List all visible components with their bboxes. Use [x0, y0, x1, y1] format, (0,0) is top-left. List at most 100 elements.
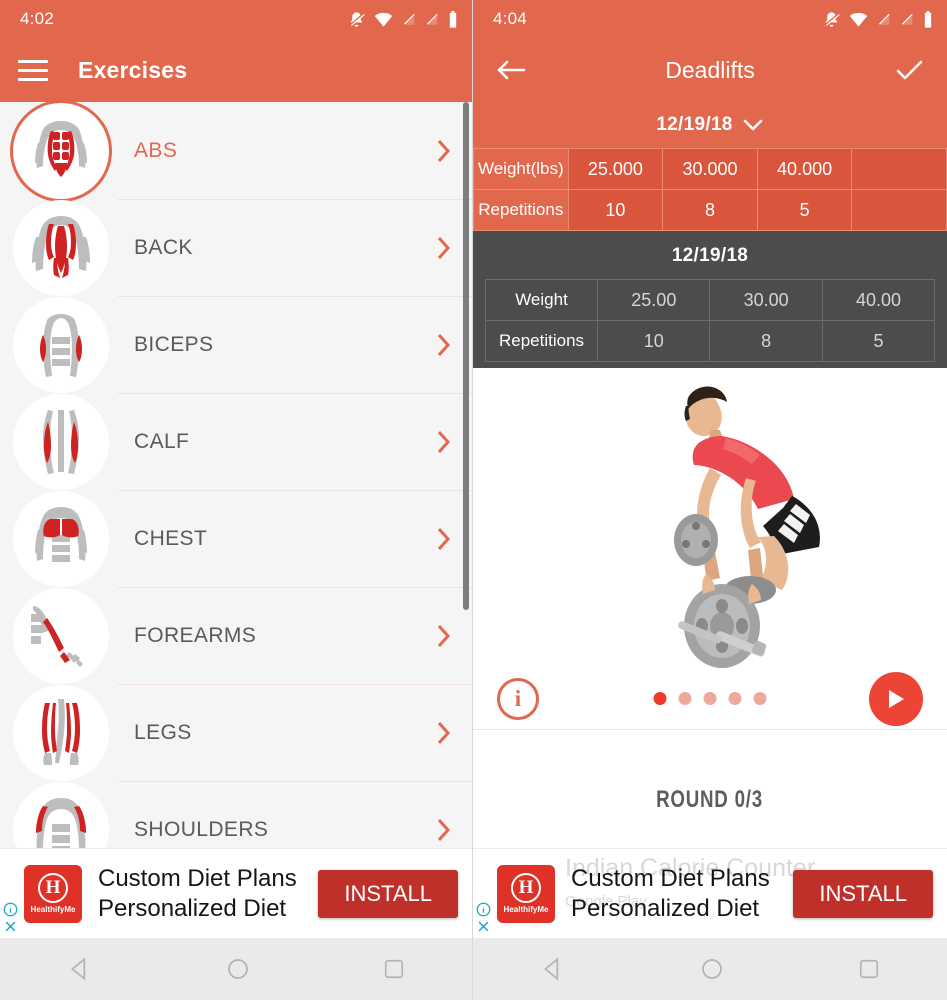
nav-recents-icon[interactable] [383, 958, 405, 980]
back-button[interactable] [491, 50, 531, 90]
ad-badges[interactable] [476, 902, 491, 934]
carousel-dot[interactable] [653, 692, 667, 705]
ad-banner-left[interactable]: H HealthifyMe Custom Diet Plans Personal… [0, 848, 472, 938]
ad-badges[interactable] [3, 902, 18, 934]
table-row-weight[interactable]: Weight(lbs) 25.000 30.000 40.000 [473, 148, 947, 190]
carousel-dot[interactable] [678, 692, 692, 705]
deadlift-photo [674, 386, 820, 668]
row-label: Repetitions [473, 189, 569, 231]
hist-weight-1: 25.00 [597, 279, 711, 321]
reps-cell-4[interactable] [851, 189, 947, 231]
nav-home-icon[interactable] [700, 957, 724, 981]
install-button[interactable]: INSTALL [318, 869, 458, 918]
back-muscle-icon [13, 199, 109, 296]
signal-off-icon [426, 13, 438, 25]
hist-weight-2: 30.00 [709, 279, 823, 321]
nav-back-icon[interactable] [540, 956, 566, 982]
selected-date: 12/19/18 [656, 114, 733, 135]
ad-line-2: Personalized Diet [571, 894, 760, 922]
exercise-title: Deadlifts [665, 56, 755, 83]
advertiser-logo: H HealthifyMe [24, 864, 82, 923]
list-item-label: SHOULDERS [134, 817, 269, 841]
weight-cell-4[interactable] [851, 148, 947, 190]
info-icon[interactable] [3, 902, 18, 917]
carousel-dots[interactable] [653, 692, 767, 705]
biceps-muscle-icon [13, 296, 109, 393]
list-item-label: BICEPS [134, 332, 214, 356]
reps-cell-3[interactable]: 5 [756, 189, 853, 231]
list-item-legs[interactable]: LEGS [0, 684, 472, 781]
status-bar-left: 4:02 [0, 0, 472, 38]
advertiser-logo: H HealthifyMe [497, 864, 555, 923]
chevron-right-icon [437, 333, 451, 356]
nav-home-icon[interactable] [226, 957, 250, 981]
list-item-back[interactable]: BACK [0, 199, 472, 296]
status-icon-group [348, 10, 458, 28]
chevron-right-icon [437, 430, 451, 453]
signal-off-icon [403, 13, 415, 25]
info-icon[interactable]: i [497, 677, 539, 720]
scrollbar-thumb[interactable] [463, 102, 469, 610]
android-nav-bar-left[interactable] [0, 938, 472, 1000]
weight-cell-2[interactable]: 30.000 [662, 148, 758, 190]
hist-weight-3: 40.00 [821, 279, 936, 321]
table-row-repetitions: Repetitions 10 8 5 [484, 320, 936, 362]
info-icon[interactable] [476, 902, 491, 917]
entry-table[interactable]: Weight(lbs) 25.000 30.000 40.000 Repetit… [473, 148, 947, 231]
ad-copy: Custom Diet Plans Personalized Diet [571, 864, 770, 924]
list-item-calf[interactable]: CALF [0, 393, 472, 490]
weight-cell-3[interactable]: 40.000 [756, 148, 853, 190]
confirm-button[interactable] [889, 50, 929, 90]
exercise-image [473, 368, 947, 668]
list-item-abs[interactable]: ABS [0, 102, 472, 199]
hamburger-icon[interactable] [18, 57, 52, 83]
signal-off-icon [901, 13, 913, 25]
carousel-dot[interactable] [703, 692, 717, 705]
page-title: Exercises [78, 56, 188, 83]
play-button[interactable] [869, 671, 923, 726]
chevron-down-icon [743, 119, 762, 131]
date-selector[interactable]: 12/19/18 [473, 102, 947, 148]
carousel-dot[interactable] [753, 692, 767, 705]
arrow-left-icon [497, 60, 526, 80]
nav-recents-icon[interactable] [858, 958, 880, 980]
wifi-icon [849, 12, 868, 27]
battery-icon [449, 10, 457, 28]
list-item-forearms[interactable]: FOREARMS [0, 587, 472, 684]
chest-muscle-icon [13, 490, 109, 587]
play-icon [889, 689, 904, 708]
bell-off-icon [350, 11, 365, 27]
list-item-chest[interactable]: CHEST [0, 490, 472, 587]
carousel-dot[interactable] [728, 692, 742, 705]
chevron-right-icon [437, 721, 451, 744]
bell-off-icon [825, 11, 840, 27]
status-time: 4:04 [493, 9, 527, 28]
battery-icon [924, 10, 932, 28]
reps-cell-1[interactable]: 10 [567, 189, 664, 231]
android-nav-bar-right[interactable] [473, 938, 947, 1000]
reps-cell-2[interactable]: 8 [662, 189, 758, 231]
legs-muscle-icon [13, 684, 109, 781]
hist-reps-2: 8 [709, 320, 823, 362]
calf-muscle-icon [13, 393, 109, 490]
list-item-biceps[interactable]: BICEPS [0, 296, 472, 393]
weight-cell-1[interactable]: 25.000 [567, 148, 664, 190]
list-item-label: CHEST [134, 526, 208, 550]
history-date: 12/19/18 [671, 245, 749, 266]
chevron-right-icon [437, 624, 451, 647]
ad-banner-right[interactable]: Indian Calorie Counter Google Play H Hea… [473, 848, 947, 938]
row-label: Weight [484, 279, 599, 321]
nav-back-icon[interactable] [67, 956, 93, 982]
table-row-repetitions[interactable]: Repetitions 10 8 5 [473, 189, 947, 231]
media-controls[interactable]: i [473, 668, 947, 730]
dual-screenshot: 4:02 Exercises ABS BACK BICEPS CALF CHES… [0, 0, 947, 1000]
right-phone-panel: 4:04 Deadlifts 12/19/18 Weight(lbs) 25.0… [473, 0, 947, 1000]
left-phone-panel: 4:02 Exercises ABS BACK BICEPS CALF CHES… [0, 0, 473, 1000]
close-icon[interactable] [3, 919, 18, 934]
logo-mark: H [38, 873, 68, 903]
abs-muscle-icon [13, 102, 109, 199]
table-row-weight: Weight 25.00 30.00 40.00 [484, 279, 936, 321]
install-button[interactable]: INSTALL [793, 869, 933, 918]
close-icon[interactable] [476, 919, 491, 934]
ad-line-1: Custom Diet Plans [571, 864, 770, 892]
